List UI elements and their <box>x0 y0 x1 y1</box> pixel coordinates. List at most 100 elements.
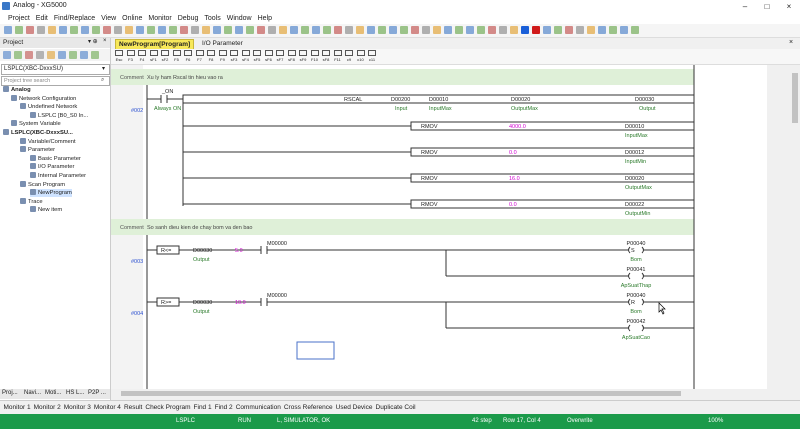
toolbar-button[interactable] <box>455 26 463 34</box>
tree-item[interactable]: LSPLC(XBC-DxxxSU... <box>3 129 73 137</box>
project-toolbar-button[interactable] <box>3 51 11 59</box>
toolbar-button[interactable] <box>48 26 56 34</box>
monitor-tab[interactable]: Monitor 3 <box>62 401 92 414</box>
toolbar-button[interactable] <box>400 26 408 34</box>
toolbar-button[interactable] <box>301 26 309 34</box>
toolbar-button[interactable] <box>356 26 364 34</box>
toolbar-button[interactable] <box>499 26 507 34</box>
monitor-tab[interactable]: Monitor 4 <box>92 401 122 414</box>
tab-io-parameter[interactable]: I/O Parameter <box>199 39 246 49</box>
toolbar-button[interactable] <box>620 26 628 34</box>
menu-find-replace[interactable]: Find/Replace <box>51 13 98 24</box>
menu-project[interactable]: Project <box>5 13 33 24</box>
tree-item[interactable]: Basic Parameter <box>30 154 81 163</box>
toolbar-button[interactable] <box>609 26 617 34</box>
ladder-tool-button[interactable]: F10 <box>310 50 319 62</box>
vertical-scrollbar[interactable] <box>790 65 800 389</box>
tree-item[interactable]: Trace <box>20 197 43 206</box>
toolbar-button[interactable] <box>26 26 34 34</box>
tab-project[interactable]: Proj... <box>2 390 18 396</box>
monitor-tab[interactable]: Used Device <box>334 401 374 414</box>
menu-edit[interactable]: Edit <box>33 13 51 24</box>
toolbar-button[interactable] <box>15 26 23 34</box>
toolbar-button[interactable] <box>576 26 584 34</box>
ladder-tool-button[interactable]: F6 <box>184 50 192 62</box>
toolbar-button[interactable] <box>59 26 67 34</box>
project-toolbar-button[interactable] <box>25 51 33 59</box>
menu-online[interactable]: Online <box>119 13 145 24</box>
project-toolbar-button[interactable] <box>14 51 22 59</box>
ladder-tool-button[interactable]: c11 <box>368 50 376 62</box>
ladder-tool-button[interactable]: sF9 <box>299 50 307 62</box>
monitor-tab[interactable]: Monitor 2 <box>32 401 62 414</box>
toolbar-button[interactable] <box>312 26 320 34</box>
menu-tools[interactable]: Tools <box>201 13 223 24</box>
toolbar-button[interactable] <box>378 26 386 34</box>
project-toolbar-button[interactable] <box>80 51 88 59</box>
toolbar-button[interactable] <box>521 26 529 34</box>
minimize-button[interactable]: – <box>734 0 756 13</box>
toolbar-button[interactable] <box>125 26 133 34</box>
toolbar-button[interactable] <box>158 26 166 34</box>
tree-item[interactable]: LSPLC [B0_S0 In... <box>30 111 88 120</box>
toolbar-button[interactable] <box>224 26 232 34</box>
monitor-tab[interactable]: Check Program <box>144 401 192 414</box>
ladder-tool-button[interactable]: Esc <box>115 50 123 62</box>
toolbar-button[interactable] <box>37 26 45 34</box>
ladder-tool-button[interactable]: sF3 <box>230 50 238 62</box>
toolbar-button[interactable] <box>235 26 243 34</box>
monitor-tab[interactable]: Communication <box>234 401 282 414</box>
ladder-tool-button[interactable]: F4 <box>138 50 146 62</box>
toolbar-button[interactable] <box>70 26 78 34</box>
project-toolbar-button[interactable] <box>91 51 99 59</box>
toolbar-button[interactable] <box>433 26 441 34</box>
tree-item[interactable]: Internal Parameter <box>30 172 86 180</box>
toolbar-button[interactable] <box>246 26 254 34</box>
toolbar-button[interactable] <box>587 26 595 34</box>
monitor-tab[interactable]: Monitor 1 <box>2 401 32 414</box>
tree-item[interactable]: Network Configuration <box>11 94 76 103</box>
toolbar-button[interactable] <box>191 26 199 34</box>
tab-p2p[interactable]: P2P ... <box>88 390 106 396</box>
tree-item[interactable]: Analog <box>3 86 31 94</box>
tree-item[interactable]: Undefined Network <box>20 103 77 111</box>
toolbar-button[interactable] <box>268 26 276 34</box>
menu-help[interactable]: Help <box>255 13 275 24</box>
horizontal-scrollbar[interactable] <box>111 389 790 398</box>
horizontal-scroll-thumb[interactable] <box>121 391 681 396</box>
toolbar-button[interactable] <box>213 26 221 34</box>
toolbar-button[interactable] <box>532 26 540 34</box>
menu-debug[interactable]: Debug <box>175 13 202 24</box>
project-toolbar-button[interactable] <box>36 51 44 59</box>
menu-monitor[interactable]: Monitor <box>145 13 174 24</box>
toolbar-button[interactable] <box>598 26 606 34</box>
toolbar-button[interactable] <box>510 26 518 34</box>
project-toolbar-button[interactable] <box>58 51 66 59</box>
toolbar-button[interactable] <box>334 26 342 34</box>
toolbar-button[interactable] <box>411 26 419 34</box>
toolbar-button[interactable] <box>81 26 89 34</box>
tree-item[interactable]: Parameter <box>20 146 55 154</box>
monitor-tab[interactable]: Cross Reference <box>282 401 334 414</box>
ladder-tool-button[interactable]: sF2 <box>161 50 169 62</box>
ladder-tool-button[interactable]: sF6 <box>264 50 273 62</box>
cell-cursor[interactable] <box>296 341 335 360</box>
toolbar-button[interactable] <box>323 26 331 34</box>
toolbar-button[interactable] <box>4 26 12 34</box>
close-button[interactable]: × <box>778 0 800 13</box>
ladder-tool-button[interactable]: sF4 <box>241 50 250 62</box>
ladder-tool-button[interactable]: F8 <box>207 50 215 62</box>
toolbar-button[interactable] <box>290 26 298 34</box>
project-search-input[interactable]: Project tree search ⌕ <box>1 76 110 86</box>
ladder-tool-button[interactable]: sF5 <box>253 50 261 62</box>
toolbar-button[interactable] <box>444 26 452 34</box>
toolbar-button[interactable] <box>279 26 287 34</box>
toolbar-button[interactable] <box>631 26 639 34</box>
monitor-tab[interactable]: Find 1 <box>192 401 213 414</box>
ladder-tool-button[interactable]: sF8 <box>322 50 330 62</box>
toolbar-button[interactable] <box>466 26 474 34</box>
project-toolbar-button[interactable] <box>47 51 55 59</box>
close-icon[interactable]: × <box>103 38 107 44</box>
tree-item[interactable]: Variable/Comment <box>20 137 76 146</box>
tree-item[interactable]: I/O Parameter <box>30 163 74 171</box>
